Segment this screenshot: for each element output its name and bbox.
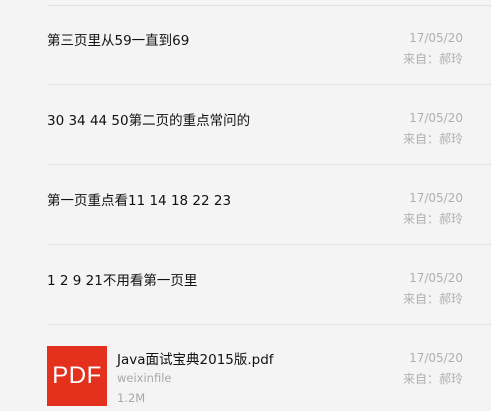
message-sender: 来自：郝玲 [402, 212, 463, 226]
file-size: 1.2M [117, 391, 146, 405]
message-text: 1 2 9 21不用看第一页里 [47, 273, 198, 289]
file-name[interactable]: Java面试宝典2015版.pdf [117, 348, 274, 368]
file-source: weixinfile [117, 371, 172, 385]
message-text: 第一页重点看11 14 18 22 23 [47, 193, 232, 209]
pdf-icon-label: PDF [52, 362, 102, 389]
message-date: 17/05/20 [409, 351, 463, 365]
message-item[interactable]: 1 2 9 21不用看第一页里 17/05/20 来自：郝玲 [0, 245, 491, 325]
message-item[interactable]: 30 34 44 50第二页的重点常问的 17/05/20 来自：郝玲 [0, 85, 491, 165]
pdf-icon[interactable]: PDF [47, 346, 107, 406]
message-text: 30 34 44 50第二页的重点常问的 [47, 113, 251, 129]
message-item[interactable]: 第三页里从59一直到69 17/05/20 来自：郝玲 [0, 5, 491, 85]
file-message-item[interactable]: PDF Java面试宝典2015版.pdf weixinfile 1.2M 17… [0, 325, 491, 411]
message-sender: 来自：郝玲 [402, 372, 463, 386]
message-date: 17/05/20 [409, 111, 463, 125]
message-sender: 来自：郝玲 [402, 52, 463, 66]
message-sender: 来自：郝玲 [402, 132, 463, 146]
message-date: 17/05/20 [409, 191, 463, 205]
message-text: 第三页里从59一直到69 [47, 33, 190, 49]
message-item[interactable]: 第一页重点看11 14 18 22 23 17/05/20 来自：郝玲 [0, 165, 491, 245]
message-date: 17/05/20 [409, 271, 463, 285]
message-date: 17/05/20 [409, 31, 463, 45]
message-sender: 来自：郝玲 [402, 292, 463, 306]
